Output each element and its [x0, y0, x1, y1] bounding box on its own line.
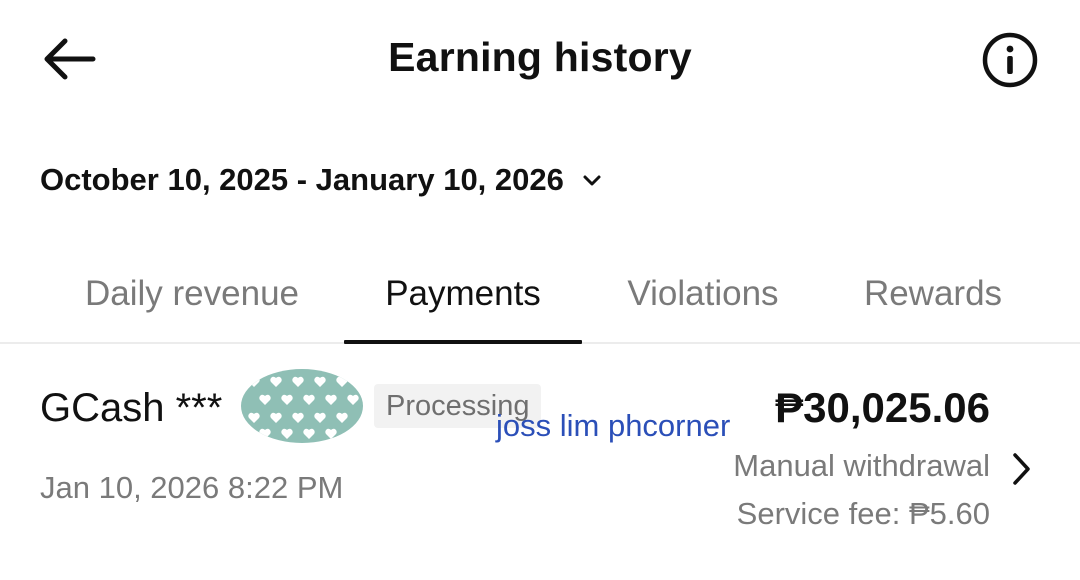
withdrawal-type: Manual withdrawal	[733, 448, 990, 483]
date-range-selector[interactable]: October 10, 2025 - January 10, 2026	[40, 162, 602, 198]
tab-rewards[interactable]: Rewards	[836, 258, 1030, 344]
tab-payments[interactable]: Payments	[344, 258, 582, 344]
info-circle-icon	[981, 31, 1039, 94]
redaction-mask	[240, 368, 364, 444]
service-fee: Service fee: ₱5.60	[736, 496, 990, 531]
active-tab-indicator	[344, 340, 582, 344]
page-title: Earning history	[388, 34, 692, 80]
date-range-label: October 10, 2025 - January 10, 2026	[40, 162, 564, 197]
payment-datetime: Jan 10, 2026 8:22 PM	[40, 470, 344, 505]
chevron-right-icon	[1010, 450, 1034, 488]
earning-history-screen: Earning history October 10, 2025 - Janua…	[0, 0, 1080, 580]
info-button[interactable]	[980, 32, 1040, 92]
payment-method: GCash ***	[40, 386, 223, 430]
payment-row[interactable]: GCash *** Processing joss lim phcorner ₱…	[0, 346, 1080, 580]
watermark-text: joss lim phcorner	[496, 408, 731, 443]
chevron-down-icon	[582, 174, 602, 188]
tab-daily-revenue[interactable]: Daily revenue	[40, 258, 344, 344]
tab-bar: Daily revenue Payments Violations Reward…	[0, 258, 1080, 344]
payment-amount: ₱30,025.06	[775, 384, 990, 431]
tab-violations[interactable]: Violations	[598, 258, 808, 344]
